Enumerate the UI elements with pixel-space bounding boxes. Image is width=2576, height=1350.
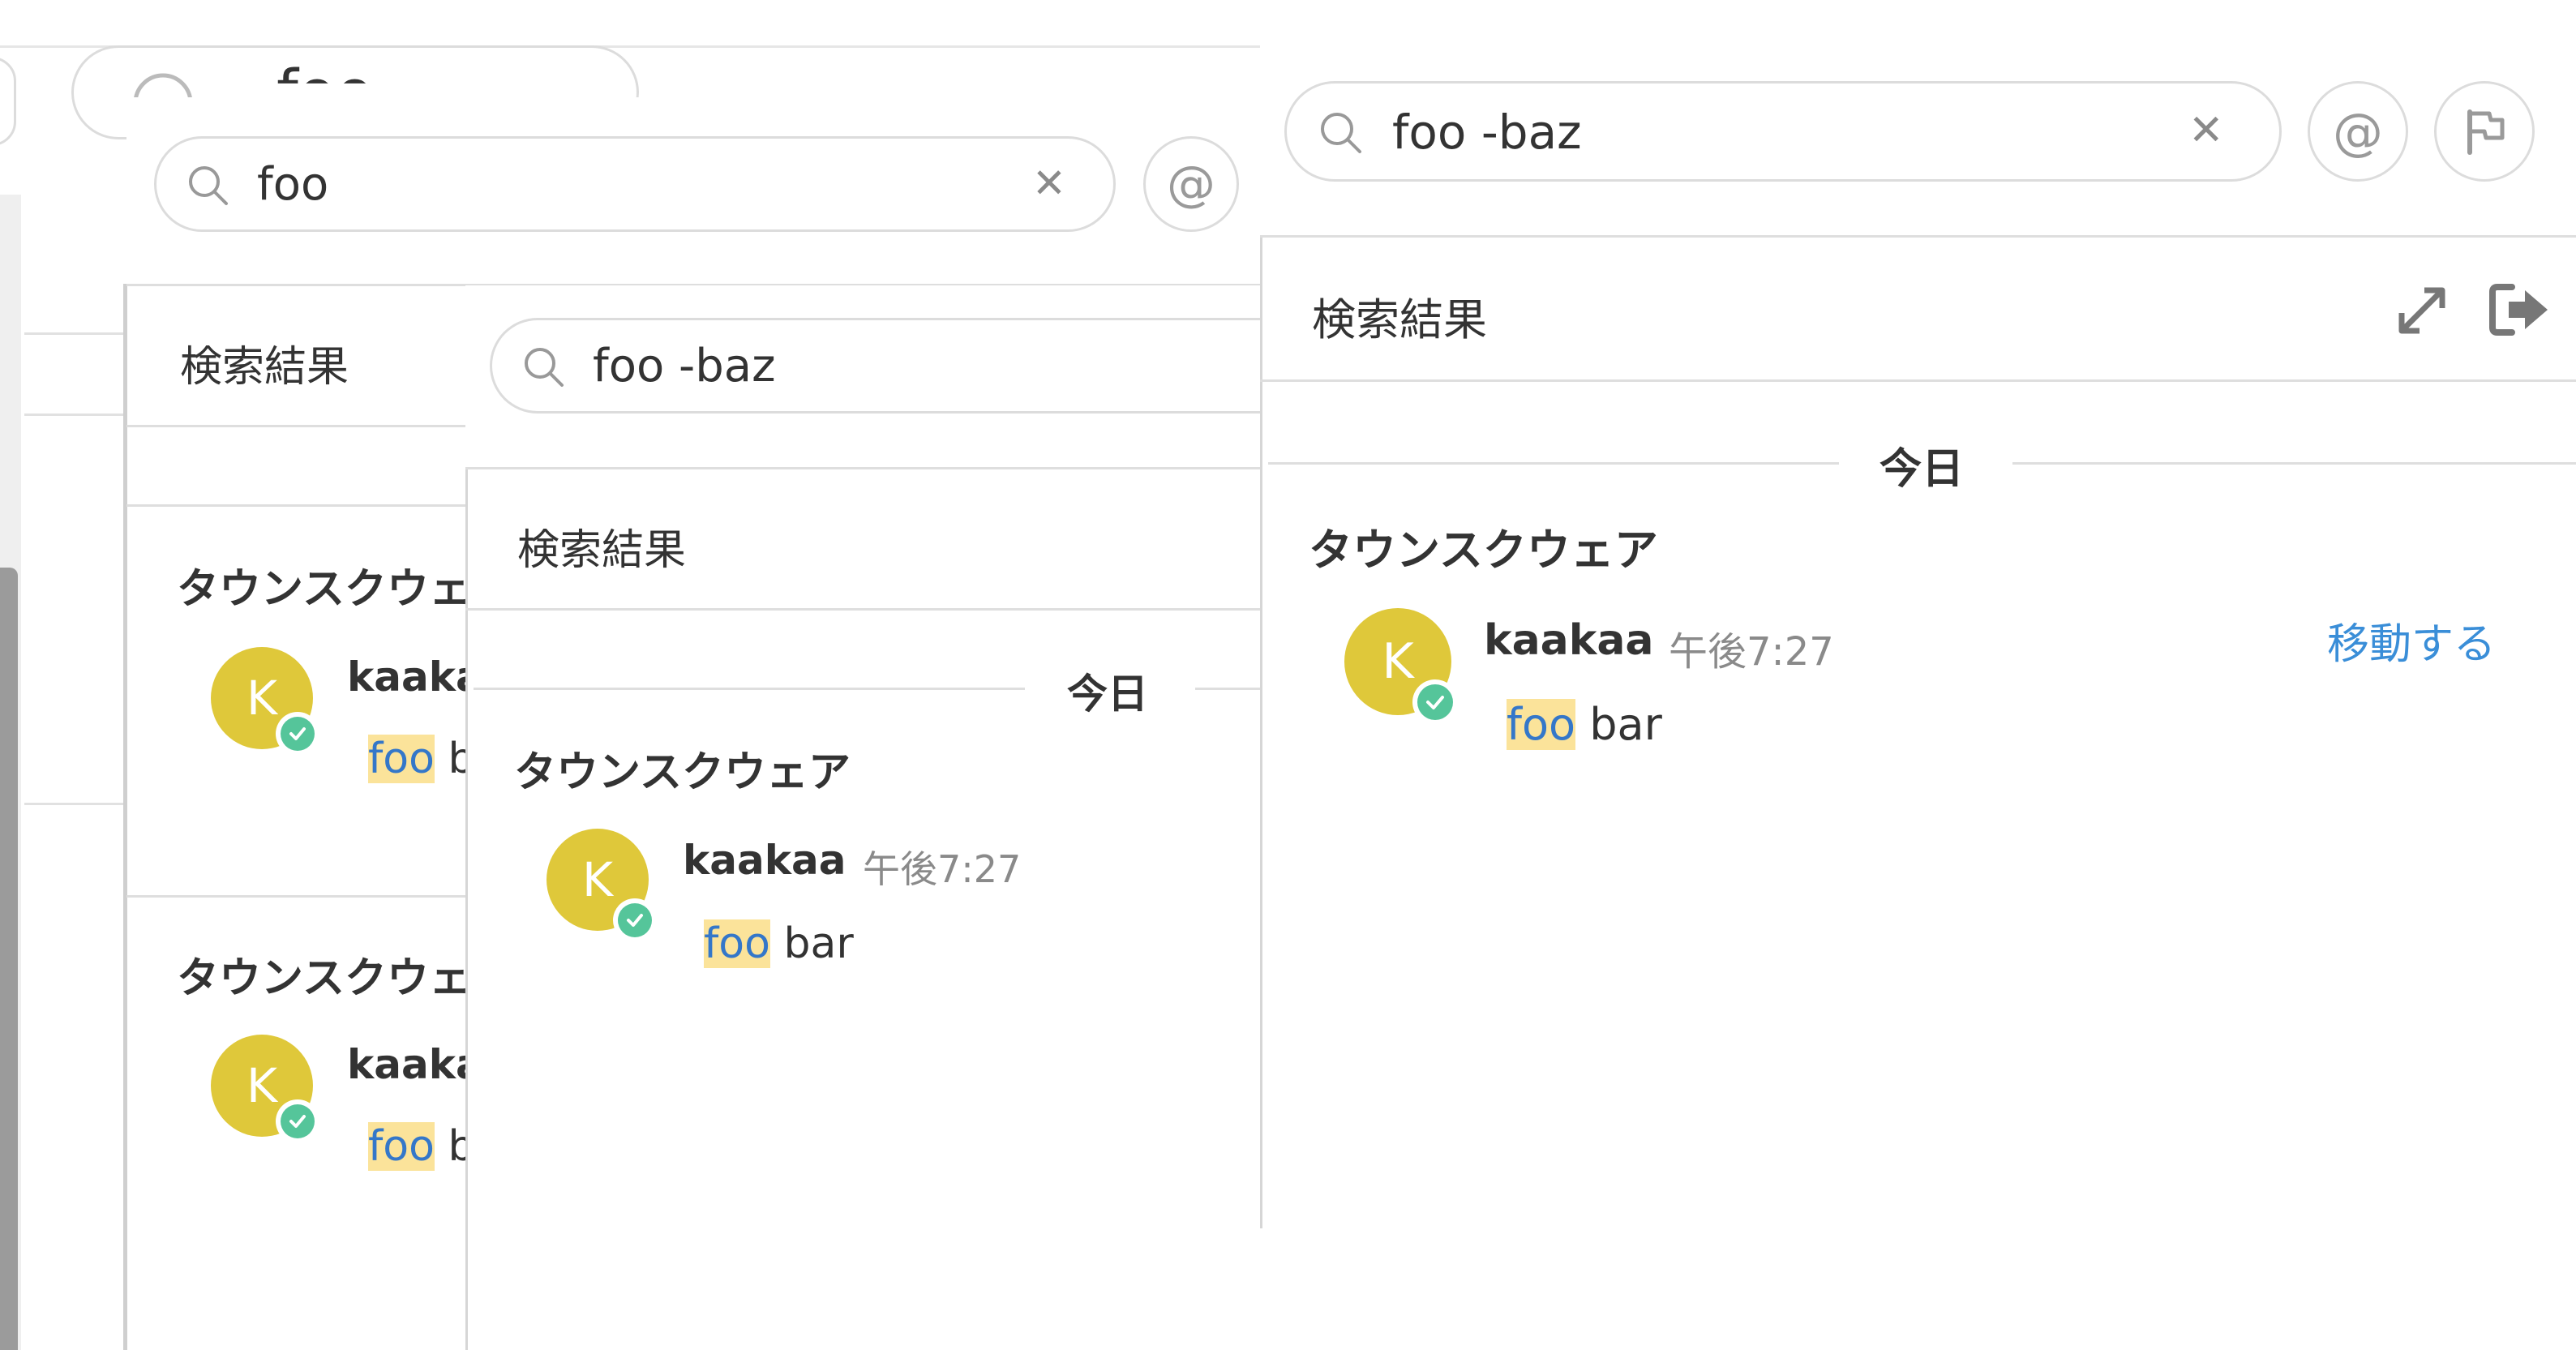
layer1-team-name-1: タウンスクウェ xyxy=(177,565,471,614)
check-icon xyxy=(289,1115,306,1128)
online-badge xyxy=(276,712,319,756)
check-icon xyxy=(1426,696,1444,709)
layer1-user-1[interactable]: kaaka xyxy=(347,654,483,701)
layer3-search-bar[interactable]: foo -baz ✕ xyxy=(1284,81,2282,182)
at-mention-icon: @ xyxy=(2333,101,2383,161)
layer3-message: foo bar xyxy=(1507,699,1662,750)
close-icon[interactable]: ✕ xyxy=(2188,109,2224,152)
layer3-left-border xyxy=(1260,235,1262,1228)
check-icon xyxy=(627,914,643,927)
layer3-date-line-right xyxy=(2012,462,2576,465)
layer1-message-2: foo b xyxy=(368,1122,475,1171)
layer2-header-bottom xyxy=(465,608,1265,611)
layer2-date-label: 今日 xyxy=(1067,671,1148,718)
layer3-header-top xyxy=(1260,235,2576,238)
flagged-button[interactable] xyxy=(2434,81,2535,182)
layer3-date-line-left xyxy=(1268,462,1839,465)
layer2-panel-title: 検索結果 xyxy=(517,526,687,575)
layer3-panel-title: 検索結果 xyxy=(1312,294,1487,345)
layer3-user[interactable]: kaakaa xyxy=(1484,616,1654,665)
layer2-team-name: タウンスクウェア xyxy=(514,748,851,797)
layer2-left-border xyxy=(465,469,468,1350)
back-divider-3 xyxy=(24,803,130,805)
at-mention-button[interactable]: @ xyxy=(2308,81,2408,182)
layer2-message: foo bar xyxy=(704,919,854,968)
layer3-date-label: 今日 xyxy=(1879,445,1965,494)
layer3-team-name: タウンスクウェア xyxy=(1309,525,1658,576)
online-badge xyxy=(1412,679,1458,725)
search-icon xyxy=(1318,109,1365,160)
layer3-header-bottom xyxy=(1260,379,2576,382)
at-mention-button[interactable]: @ xyxy=(1143,136,1239,232)
layer2-date-line-right xyxy=(1195,688,1268,690)
layer1-left-border xyxy=(123,284,127,1350)
layer1-search-query: foo xyxy=(257,158,329,211)
search-icon xyxy=(521,345,567,393)
layer1-panel-title: 検索結果 xyxy=(180,343,349,392)
layer1-search-bar[interactable]: foo ✕ xyxy=(154,136,1116,232)
flag-icon xyxy=(2467,109,2505,155)
search-icon xyxy=(186,163,231,212)
layer2-header-top xyxy=(465,467,1265,469)
layer2-search-query: foo -baz xyxy=(593,340,776,392)
online-badge xyxy=(613,898,657,942)
back-scrollbar[interactable] xyxy=(0,568,18,1350)
layer1-user-2[interactable]: kaaka xyxy=(347,1041,483,1088)
layer3-time: 午後7:27 xyxy=(1669,629,1834,675)
expand-icon[interactable] xyxy=(2394,282,2450,342)
layer2-time: 午後7:27 xyxy=(863,847,1022,891)
layer2-user[interactable]: kaakaa xyxy=(683,837,846,884)
back-left-panel xyxy=(21,195,126,1350)
layer2-search-bar[interactable]: foo -baz xyxy=(490,318,1341,414)
back-divider-2 xyxy=(24,414,130,416)
back-divider-1 xyxy=(24,332,130,335)
jump-link[interactable]: 移動する xyxy=(2327,610,2496,671)
layer1-team-name-2: タウンスクウェ xyxy=(177,954,471,1003)
layer1-message-1: foo b xyxy=(368,735,475,783)
collapse-sidebar-icon[interactable] xyxy=(2488,281,2552,342)
layer2-date-line-left xyxy=(474,688,1025,690)
layer2-window xyxy=(465,285,1265,1350)
close-icon[interactable]: ✕ xyxy=(1032,163,1066,204)
online-badge xyxy=(276,1099,319,1143)
layer3-search-query: foo -baz xyxy=(1392,105,1582,160)
check-icon xyxy=(289,727,306,740)
at-mention-icon: @ xyxy=(1167,156,1215,212)
